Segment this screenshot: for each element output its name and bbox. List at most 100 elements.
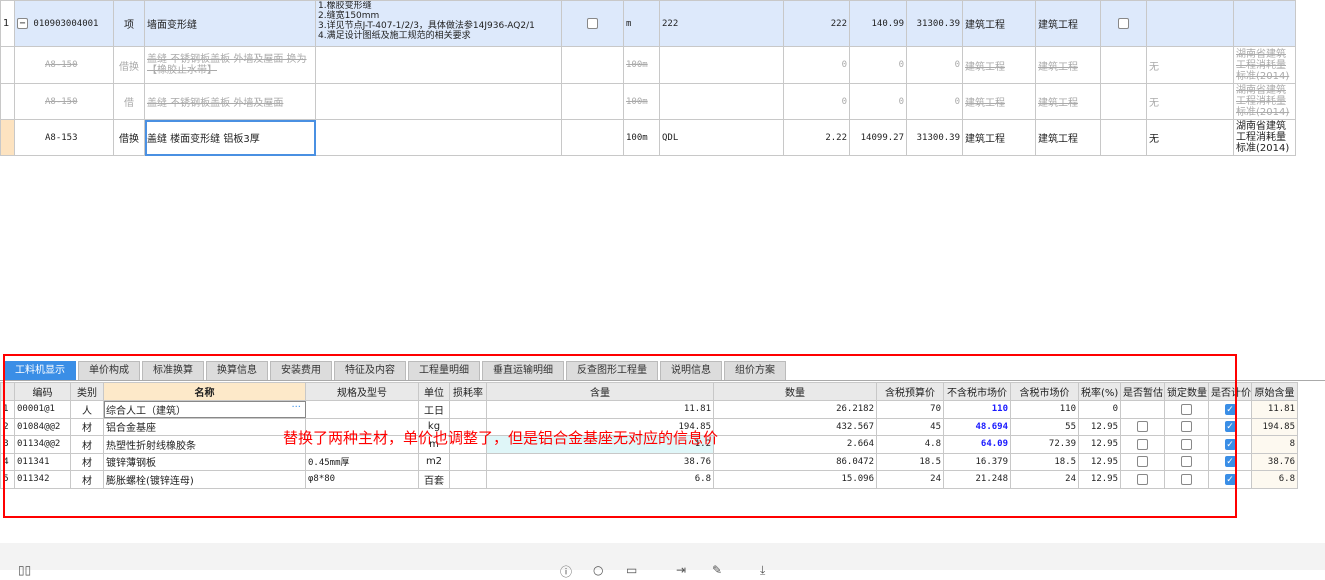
panel-icon[interactable]: ▯▯ [18,563,31,577]
lock-qty-cell[interactable] [1164,452,1209,471]
provisional-checkbox[interactable] [1137,421,1148,432]
col-header-lock[interactable]: 锁定数量 [1164,382,1209,401]
col-header-unit[interactable]: 单位 [418,382,450,401]
material-name[interactable]: 铝合金基座 [103,417,306,436]
table-row[interactable]: A8-150 借 盖缝 不锈钢板盖板 外墙及屋面 100m 0 0 0 建筑工程… [0,83,1296,120]
edit-icon[interactable]: ✎ [712,563,722,577]
priced-cell[interactable]: ✓ [1208,470,1252,489]
priced-checkbox[interactable]: ✓ [1224,438,1236,450]
table-row[interactable]: 5 011342 材膨胀螺栓(镀锌连母) φ8*80 百套 6.8 15.096 24 21.2… [0,470,1298,489]
priced-checkbox[interactable]: ✓ [1224,421,1236,432]
col-header-market-notax[interactable]: 不含税市场价 [943,382,1011,401]
item-features[interactable] [315,119,562,156]
checkbox-cell[interactable] [1100,0,1147,47]
tab-labor-material[interactable]: 工料机显示 [4,361,76,381]
table-row[interactable]: 4 011341 材镀锌薄钢板 0.45mm厚 m2 38.76 86.0472 18.5 16… [0,452,1298,471]
export-icon[interactable]: ⇥ [676,563,686,577]
item-expr[interactable]: 222 [659,0,784,47]
provisional-checkbox[interactable] [1137,438,1148,450]
material-spec[interactable]: φ8*80 [305,470,419,489]
provisional-cell[interactable] [1120,417,1165,436]
table-row[interactable]: 1 − 010903004001 项 墙面变形缝 1.橡胶变形缝 2.缝宽150m… [0,0,1296,47]
lock-qty-checkbox[interactable] [1181,403,1192,415]
item-name[interactable]: 盖缝 不锈钢板盖板 外墙及屋面 换为【橡胶止水带】 [144,46,316,84]
col-header-tax[interactable]: 税率(%) [1078,382,1121,401]
loss-rate[interactable] [449,470,487,489]
col-header-content[interactable]: 含量 [486,382,714,401]
loss-rate[interactable] [449,452,487,471]
provisional-cell[interactable] [1120,435,1165,454]
col-header-spec[interactable]: 规格及型号 [305,382,419,401]
material-name[interactable]: 膨胀螺栓(镀锌连母) [103,470,306,489]
tab-quantity-detail[interactable]: 工程量明细 [408,361,480,381]
market-price-notax[interactable]: 21.248 [943,470,1011,489]
info-icon[interactable]: ⓘ [560,563,572,580]
checkbox[interactable] [587,17,598,29]
table-row[interactable]: A8-153 借换 盖缝 楼面变形缝 铝板3厚 100m QDL 2.22 14… [0,119,1296,156]
provisional-checkbox[interactable] [1137,456,1148,467]
col-header-provisional[interactable]: 是否暂估 [1120,382,1165,401]
lock-qty-checkbox[interactable] [1181,456,1192,467]
priced-checkbox[interactable]: ✓ [1224,403,1236,415]
item-name[interactable]: 盖缝 不锈钢板盖板 外墙及屋面 [144,83,316,120]
item-expr[interactable] [659,46,784,84]
material-name[interactable]: 综合人工（建筑） ··· [103,400,306,419]
col-header-name[interactable]: 名称 [103,382,306,401]
tab-pricing-plan[interactable]: 组价方案 [724,361,786,381]
priced-checkbox[interactable]: ✓ [1224,456,1236,467]
content[interactable]: 11.81 [486,400,714,419]
priced-cell[interactable]: ✓ [1208,417,1252,436]
grid-icon[interactable]: ▭ [626,563,637,577]
col-header-type[interactable]: 类别 [70,382,104,401]
provisional-checkbox[interactable] [1137,473,1148,485]
item-expr[interactable]: QDL [659,119,784,156]
tab-description[interactable]: 说明信息 [660,361,722,381]
tab-install-fee[interactable]: 安装费用 [270,361,332,381]
item-expr[interactable] [659,83,784,120]
tab-unit-price[interactable]: 单价构成 [78,361,140,381]
lock-qty-checkbox[interactable] [1181,473,1192,485]
content[interactable]: 6.8 [486,470,714,489]
tab-standard-conversion[interactable]: 标准换算 [142,361,204,381]
col-header-loss[interactable]: 损耗率 [449,382,487,401]
col-header-orig[interactable]: 原始含量 [1251,382,1298,401]
item-features[interactable]: 1.橡胶变形缝 2.缝宽150mm 3.详见节点J-T-407-1/2/3，具体做法… [315,0,562,47]
loss-rate[interactable] [449,400,487,419]
col-header-code[interactable]: 编码 [14,382,71,401]
market-price-notax[interactable]: 110 [943,400,1011,419]
col-header-priced[interactable]: 是否计价 [1208,382,1252,401]
material-spec[interactable] [305,400,419,419]
material-spec[interactable]: 0.45mm厚 [305,452,419,471]
table-row[interactable]: 1 00001@1 人综合人工（建筑） ··· 工日 11.81 26.2182 70 110 1… [0,400,1298,419]
tab-conversion-info[interactable]: 换算信息 [206,361,268,381]
circle-icon[interactable]: ○ [593,563,603,577]
provisional-cell[interactable] [1120,400,1165,419]
item-name[interactable]: 墙面变形缝 [144,0,316,47]
lock-qty-cell[interactable] [1164,435,1209,454]
material-name[interactable]: 热塑性折射线橡胶条 [103,435,306,454]
more-button[interactable]: ··· [291,402,301,413]
provisional-cell[interactable] [1120,470,1165,489]
item-features[interactable] [315,83,562,120]
tab-features[interactable]: 特征及内容 [334,361,406,381]
priced-cell[interactable]: ✓ [1208,435,1252,454]
priced-cell[interactable]: ✓ [1208,452,1252,471]
lock-qty-checkbox[interactable] [1181,421,1192,432]
priced-checkbox[interactable]: ✓ [1224,473,1236,485]
col-header-market-tax[interactable]: 含税市场价 [1010,382,1079,401]
col-header-budget[interactable]: 含税预算价 [876,382,944,401]
lock-qty-cell[interactable] [1164,417,1209,436]
item-features[interactable] [315,46,562,84]
checkbox[interactable] [1118,17,1129,29]
content[interactable]: 38.76 [486,452,714,471]
item-name[interactable]: 盖缝 楼面变形缝 铝板3厚 [144,119,316,156]
market-price-notax[interactable]: 48.694 [943,417,1011,436]
lock-qty-cell[interactable] [1164,470,1209,489]
col-header-qty[interactable]: 数量 [713,382,877,401]
download-icon[interactable]: ⤓ [760,563,765,578]
collapse-icon[interactable]: − [17,18,28,29]
material-name[interactable]: 镀锌薄钢板 [103,452,306,471]
market-price-notax[interactable]: 64.09 [943,435,1011,454]
provisional-cell[interactable] [1120,452,1165,471]
market-price-notax[interactable]: 16.379 [943,452,1011,471]
